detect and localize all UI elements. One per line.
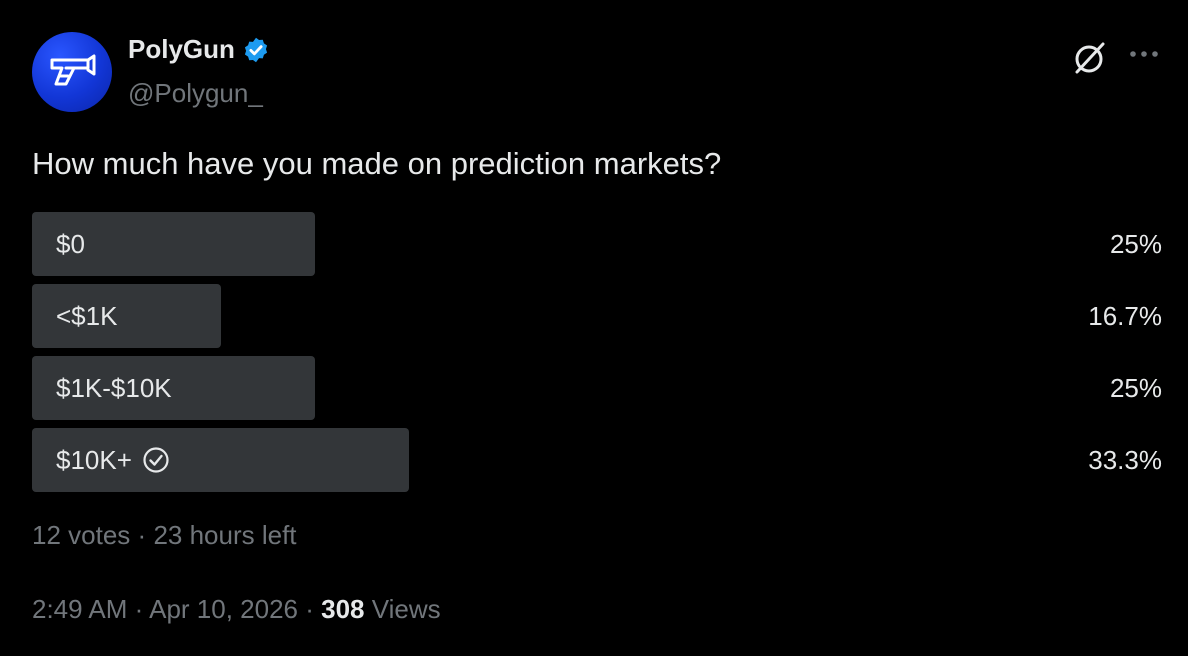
poll-option-label: <$1K (56, 300, 118, 331)
avatar[interactable] (32, 32, 112, 112)
poll-option-winner[interactable]: $10K+ 33.3% (32, 428, 1164, 492)
display-name[interactable]: PolyGun (128, 34, 235, 65)
author-name-row[interactable]: PolyGun (128, 34, 270, 65)
poll-option-percent: 25% (1109, 228, 1162, 259)
poll-option[interactable]: $0 25% (32, 212, 1164, 276)
post-date[interactable]: Apr 10, 2026 (149, 594, 298, 624)
poll-option-percent: 16.7% (1088, 300, 1162, 331)
poll-option-label: $10K+ (56, 444, 132, 475)
grok-icon[interactable] (1070, 38, 1110, 83)
poll-option-percent: 25% (1109, 372, 1162, 403)
poll-time-left: 23 hours left (153, 520, 297, 550)
verified-badge-icon[interactable] (242, 36, 270, 64)
poll-votes: 12 votes (32, 520, 131, 550)
separator-dot: · (134, 594, 144, 624)
post-time[interactable]: 2:49 AM (32, 594, 127, 624)
poll-option-label: $1K-$10K (56, 372, 172, 403)
poll-option[interactable]: $1K-$10K 25% (32, 356, 1164, 420)
check-circle-icon (143, 447, 169, 473)
more-horizontal-icon[interactable] (1128, 44, 1160, 69)
views-label: Views (371, 594, 441, 624)
poll-footer: 12 votes · 23 hours left (32, 520, 297, 551)
separator-dot: · (137, 520, 147, 550)
post-text: How much have you made on prediction mar… (32, 146, 722, 181)
polygun-logo-icon (50, 54, 96, 86)
poll-option[interactable]: <$1K 16.7% (32, 284, 1164, 348)
poll-option-percent: 33.3% (1088, 444, 1162, 475)
poll-option-label: $0 (56, 228, 85, 259)
views-count[interactable]: 308 (321, 594, 364, 624)
author-handle[interactable]: @Polygun_ (128, 78, 263, 109)
post-meta: 2:49 AM · Apr 10, 2026 · 308 Views (32, 594, 441, 625)
separator-dot: · (305, 594, 314, 624)
